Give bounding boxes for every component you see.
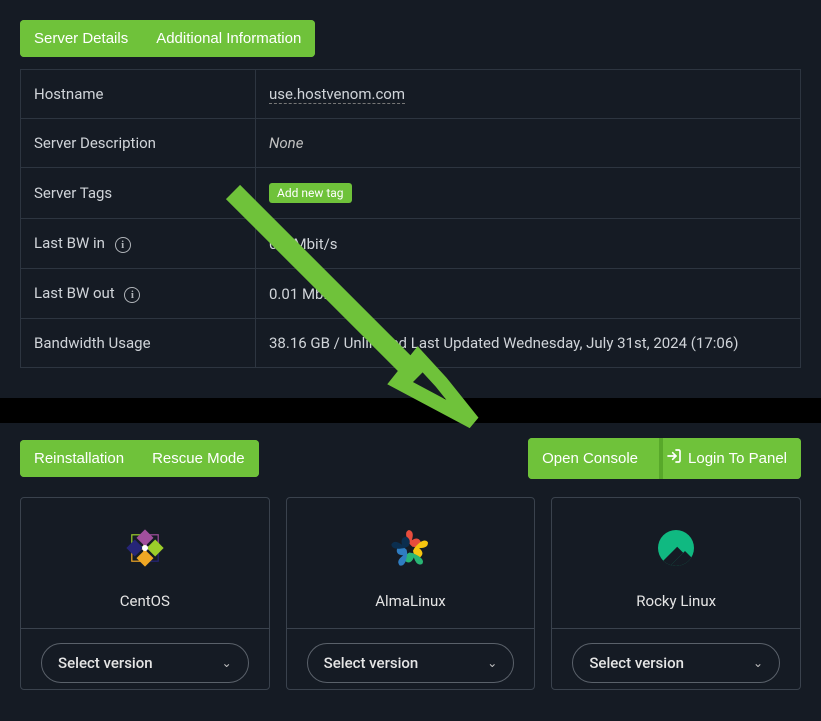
almalinux-icon [380, 518, 440, 578]
bw-in-value: 0.0 Mbit/s [256, 219, 801, 269]
tags-value: Add new tag [256, 168, 801, 219]
table-row: Last BW out i 0.01 Mbit/s [21, 269, 801, 319]
hostname-value-cell: use.hostvenom.com [256, 70, 801, 119]
table-row: Bandwidth Usage 38.16 GB / Unlimited Las… [21, 319, 801, 368]
rockylinux-icon [646, 518, 706, 578]
table-row: Last BW in i 0.0 Mbit/s [21, 219, 801, 269]
os-name: Rocky Linux [636, 592, 716, 610]
bw-usage-value: 38.16 GB / Unlimited Last Updated Wednes… [256, 319, 801, 368]
open-console-button[interactable]: Open Console [528, 438, 652, 479]
tab-additional-information[interactable]: Additional Information [142, 20, 315, 57]
os-card-rockylinux[interactable]: Rocky Linux Select version ⌄ [551, 497, 801, 690]
chevron-down-icon: ⌄ [753, 656, 763, 670]
version-select-centos[interactable]: Select version ⌄ [41, 643, 249, 683]
action-right-group: Open Console Login To Panel [528, 438, 801, 479]
info-icon[interactable]: i [115, 237, 131, 253]
os-grid: CentOS Select version ⌄ [20, 497, 801, 690]
bw-out-label: Last BW out [34, 284, 115, 302]
description-label: Server Description [21, 119, 256, 168]
os-name: AlmaLinux [375, 592, 445, 610]
version-select-rockylinux[interactable]: Select version ⌄ [572, 643, 780, 683]
tab-server-details[interactable]: Server Details [20, 20, 142, 57]
table-row: Server Description None [21, 119, 801, 168]
table-row: Hostname use.hostvenom.com [21, 70, 801, 119]
server-details-table: Hostname use.hostvenom.com Server Descri… [20, 69, 801, 368]
bw-out-value: 0.01 Mbit/s [256, 269, 801, 319]
tags-label: Server Tags [21, 168, 256, 219]
details-tab-group: Server Details Additional Information [20, 20, 315, 57]
description-value: None [256, 119, 801, 168]
reinstallation-button[interactable]: Reinstallation [20, 440, 138, 477]
bw-in-label-cell: Last BW in i [21, 219, 256, 269]
os-card-centos[interactable]: CentOS Select version ⌄ [20, 497, 270, 690]
chevron-down-icon: ⌄ [487, 656, 497, 670]
centos-icon [115, 518, 175, 578]
table-row: Server Tags Add new tag [21, 168, 801, 219]
chevron-down-icon: ⌄ [222, 656, 232, 670]
login-icon [666, 448, 682, 469]
hostname-label: Hostname [21, 70, 256, 119]
action-row: Reinstallation Rescue Mode Open Console … [20, 438, 801, 479]
hostname-link[interactable]: use.hostvenom.com [269, 85, 405, 104]
bw-out-label-cell: Last BW out i [21, 269, 256, 319]
section-divider [0, 398, 821, 423]
rescue-mode-button[interactable]: Rescue Mode [138, 440, 259, 477]
info-icon[interactable]: i [124, 287, 140, 303]
add-tag-button[interactable]: Add new tag [269, 183, 352, 203]
os-name: CentOS [120, 592, 170, 610]
bw-usage-label: Bandwidth Usage [21, 319, 256, 368]
os-card-almalinux[interactable]: AlmaLinux Select version ⌄ [286, 497, 536, 690]
login-to-panel-button[interactable]: Login To Panel [652, 438, 801, 479]
action-left-group: Reinstallation Rescue Mode [20, 440, 259, 477]
bw-in-label: Last BW in [34, 234, 105, 252]
version-select-almalinux[interactable]: Select version ⌄ [307, 643, 515, 683]
